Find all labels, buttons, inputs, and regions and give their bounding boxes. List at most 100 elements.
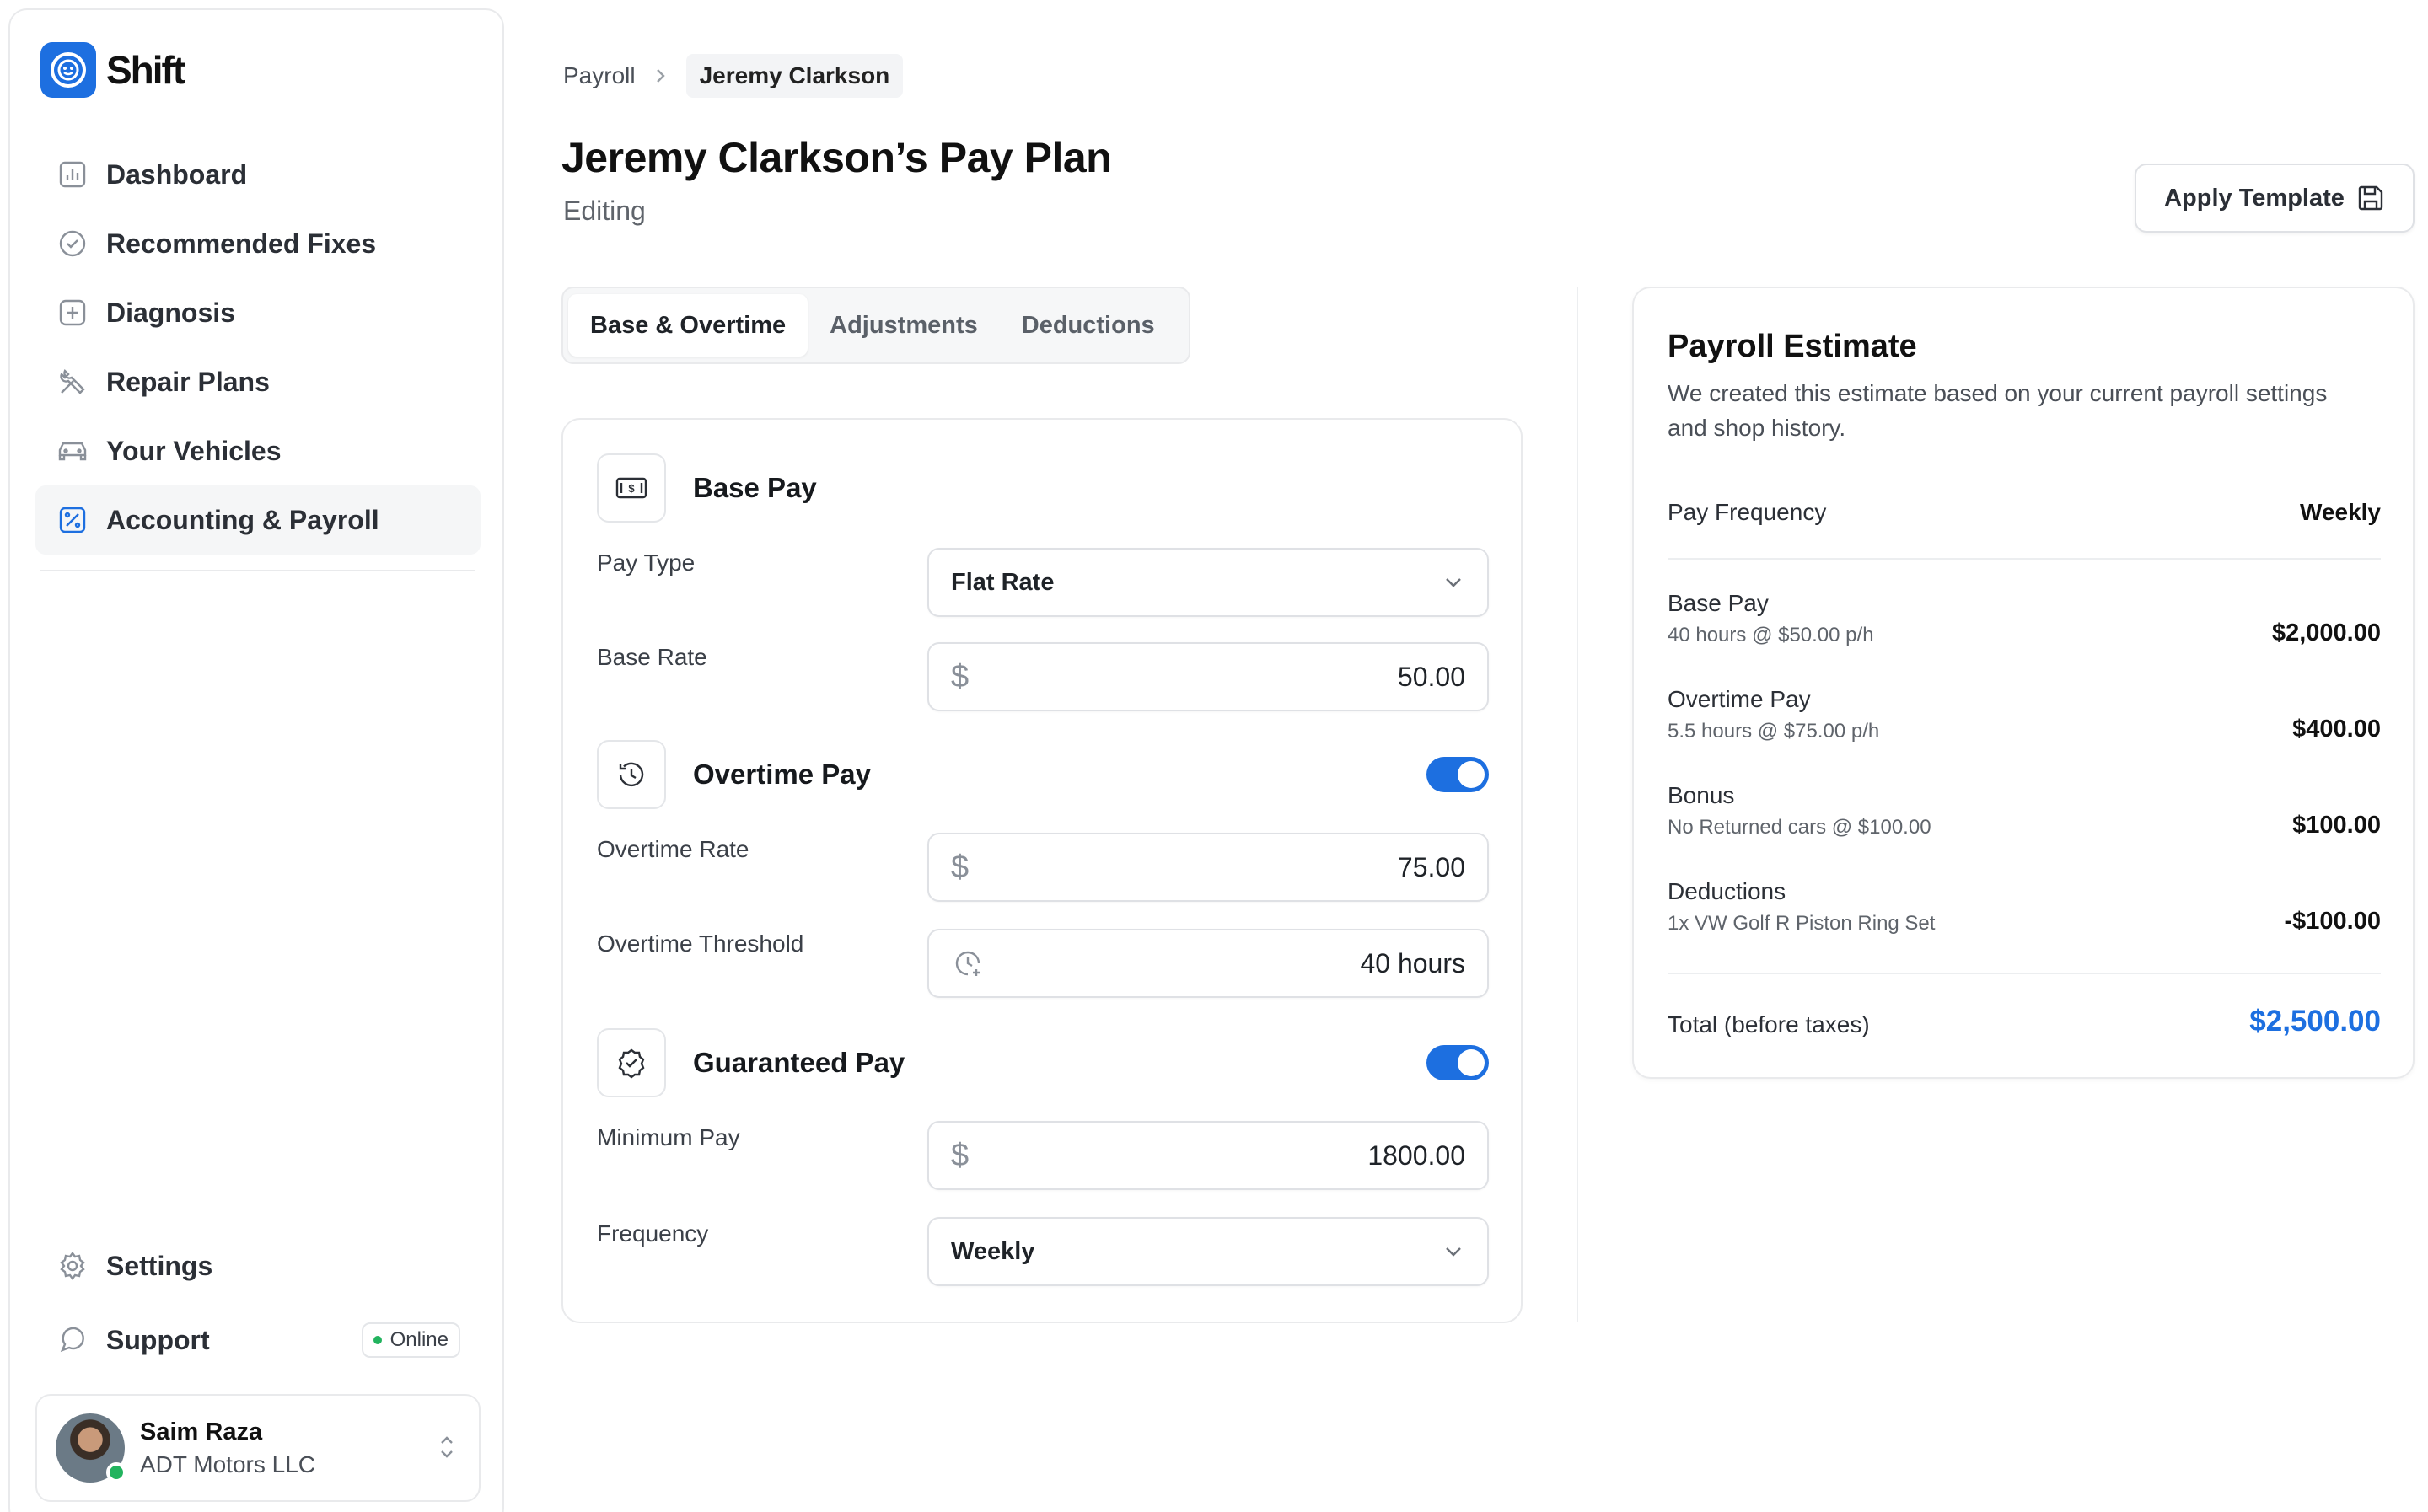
dollar-icon: $ xyxy=(951,658,970,694)
overtime-toggle[interactable] xyxy=(1426,757,1489,792)
app-logo[interactable]: Shift xyxy=(40,42,185,98)
sidebar-item-support[interactable]: Support Online xyxy=(35,1303,481,1377)
pay-frequency-label: Pay Frequency xyxy=(1668,499,1827,525)
frequency-label: Frequency xyxy=(597,1220,709,1247)
sidebar-item-your-vehicles[interactable]: Your Vehicles xyxy=(35,416,481,485)
check-circle-icon xyxy=(56,227,89,260)
page-subtitle: Editing xyxy=(563,196,646,226)
row-label: Base Pay xyxy=(1668,590,1769,616)
cash-icon: $ xyxy=(597,453,666,523)
row-label: Bonus xyxy=(1668,782,1735,808)
apply-template-button[interactable]: Apply Template xyxy=(2135,164,2415,233)
dollar-icon: $ xyxy=(951,849,970,885)
base-rate-label: Base Rate xyxy=(597,644,707,670)
sidebar-item-label: Diagnosis xyxy=(106,297,235,328)
clock-plus-icon xyxy=(951,946,985,980)
estimate-divider xyxy=(1668,973,2381,974)
estimate-title: Payroll Estimate xyxy=(1668,329,1917,364)
pay-type-label: Pay Type xyxy=(597,550,696,576)
overtime-rate-value: 75.00 xyxy=(1397,851,1465,882)
dollar-icon: $ xyxy=(951,1137,970,1173)
row-label: Overtime Pay xyxy=(1668,686,1811,712)
sidebar-item-label: Your Vehicles xyxy=(106,435,282,466)
sidebar-item-label: Support xyxy=(106,1324,210,1355)
chevron-up-down-icon xyxy=(437,1433,457,1466)
svg-text:$: $ xyxy=(628,482,635,495)
sidebar-item-repair-plans[interactable]: Repair Plans xyxy=(35,347,481,416)
avatar xyxy=(56,1413,126,1483)
sidebar-item-label: Dashboard xyxy=(106,158,248,190)
guaranteed-toggle[interactable] xyxy=(1426,1045,1489,1080)
percent-square-icon xyxy=(56,503,89,537)
status-badge: Online xyxy=(361,1322,460,1358)
tab-bar: Base & Overtime Adjustments Deductions xyxy=(561,287,1190,364)
sidebar-item-dashboard[interactable]: Dashboard xyxy=(35,140,481,209)
estimate-row-base-pay: Base Pay 40 hours @ $50.00 p/h $2,000.00 xyxy=(1668,590,2381,647)
minimum-pay-label: Minimum Pay xyxy=(597,1124,740,1150)
save-icon xyxy=(2356,184,2385,212)
sidebar-item-label: Settings xyxy=(106,1250,213,1281)
frequency-select[interactable]: Weekly xyxy=(927,1217,1489,1286)
nav-divider xyxy=(40,570,475,571)
section-title: Guaranteed Pay xyxy=(693,1047,905,1078)
pay-frequency-value: Weekly xyxy=(2300,499,2381,525)
badge-check-icon xyxy=(597,1028,666,1097)
row-amount: $100.00 xyxy=(2292,812,2381,839)
status-badge-label: Online xyxy=(389,1328,449,1351)
user-org: ADT Motors LLC xyxy=(140,1450,315,1477)
row-detail: 1x VW Golf R Piston Ring Set xyxy=(1668,912,1936,935)
pay-frequency-row: Pay Frequency Weekly xyxy=(1668,499,2381,526)
apply-template-label: Apply Template xyxy=(2164,184,2345,212)
row-detail: No Returned cars @ $100.00 xyxy=(1668,816,1931,839)
pay-type-select[interactable]: Flat Rate xyxy=(927,548,1489,617)
estimate-description: We created this estimate based on your c… xyxy=(1668,380,2328,441)
base-pay-header: $ Base Pay xyxy=(597,453,817,523)
shift-logo-icon xyxy=(40,42,96,98)
chart-icon xyxy=(56,158,89,191)
breadcrumb: Payroll Jeremy Clarkson xyxy=(563,54,904,98)
section-title: Overtime Pay xyxy=(693,759,871,790)
section-title: Base Pay xyxy=(693,472,817,503)
tab-base-overtime[interactable]: Base & Overtime xyxy=(568,294,808,357)
tab-adjustments[interactable]: Adjustments xyxy=(808,294,1000,357)
overtime-threshold-label: Overtime Threshold xyxy=(597,930,804,957)
clock-rewind-icon xyxy=(597,740,666,809)
base-rate-input[interactable]: $ 50.00 xyxy=(927,642,1489,711)
car-icon xyxy=(56,434,89,468)
chevron-down-icon xyxy=(1442,1243,1465,1260)
user-switcher[interactable]: Saim Raza ADT Motors LLC xyxy=(35,1394,481,1502)
guaranteed-header: Guaranteed Pay xyxy=(597,1028,905,1097)
estimate-row-overtime: Overtime Pay 5.5 hours @ $75.00 p/h $400.… xyxy=(1668,686,2381,743)
overtime-threshold-input[interactable]: 40 hours xyxy=(927,929,1489,998)
overtime-rate-input[interactable]: $ 75.00 xyxy=(927,833,1489,902)
main-nav: Dashboard Recommended Fixes Diagnosis Re… xyxy=(35,140,481,555)
breadcrumb-parent[interactable]: Payroll xyxy=(563,62,636,89)
base-rate-value: 50.00 xyxy=(1397,661,1465,692)
row-amount: -$100.00 xyxy=(2284,908,2382,935)
online-indicator-icon xyxy=(106,1462,126,1483)
secondary-nav: Settings Support Online xyxy=(35,1229,481,1377)
chat-icon xyxy=(56,1323,89,1357)
chevron-down-icon xyxy=(1442,574,1465,591)
sidebar-item-settings[interactable]: Settings xyxy=(35,1229,481,1303)
estimate-divider xyxy=(1668,558,2381,560)
sidebar-item-recommended-fixes[interactable]: Recommended Fixes xyxy=(35,209,481,278)
gear-icon xyxy=(56,1249,89,1283)
row-label: Deductions xyxy=(1668,878,1786,904)
online-dot-icon xyxy=(373,1336,382,1344)
chevron-right-icon xyxy=(654,67,668,85)
row-amount: $2,000.00 xyxy=(2271,619,2381,646)
plus-square-icon xyxy=(56,296,89,330)
pay-plan-form: $ Base Pay Pay Type Flat Rate Base Rate … xyxy=(561,418,1523,1323)
sidebar-item-accounting-payroll[interactable]: Accounting & Payroll xyxy=(35,485,481,555)
overtime-threshold-value: 40 hours xyxy=(1360,947,1465,979)
minimum-pay-value: 1800.00 xyxy=(1367,1139,1465,1171)
app-name: Shift xyxy=(106,48,185,92)
sidebar-item-label: Repair Plans xyxy=(106,366,270,397)
tab-deductions[interactable]: Deductions xyxy=(1000,294,1177,357)
estimate-row-deductions: Deductions 1x VW Golf R Piston Ring Set -… xyxy=(1668,878,2381,936)
minimum-pay-input[interactable]: $ 1800.00 xyxy=(927,1121,1489,1190)
sidebar-item-label: Accounting & Payroll xyxy=(106,504,379,535)
frequency-value: Weekly xyxy=(951,1237,1035,1265)
sidebar-item-diagnosis[interactable]: Diagnosis xyxy=(35,278,481,347)
